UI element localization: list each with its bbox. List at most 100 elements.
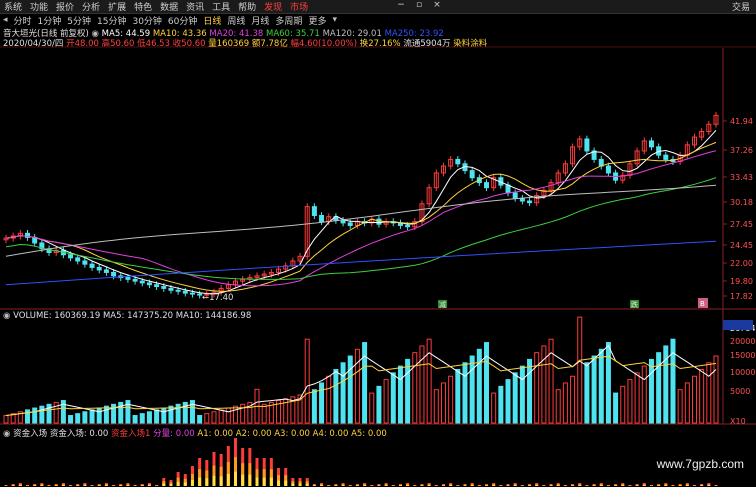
volume-bar xyxy=(261,403,267,424)
volume-bar xyxy=(25,409,31,424)
price-axis-label: 24.45 xyxy=(730,241,753,250)
volume-bar xyxy=(240,403,246,424)
volume-bar xyxy=(326,375,332,424)
candle-body xyxy=(125,277,131,280)
capital-bar-inner xyxy=(470,485,474,486)
volume-bar xyxy=(713,355,719,424)
candle-body xyxy=(189,292,195,295)
volume-axis-label: 5000 xyxy=(730,387,750,396)
capital-bar-inner xyxy=(535,485,539,486)
capital-title: 资金入场 xyxy=(13,429,48,439)
candle-body xyxy=(648,140,654,148)
capital-bar-inner xyxy=(248,474,252,486)
capital-bar-inner xyxy=(183,482,187,486)
capital-bar-inner xyxy=(269,477,273,486)
volume-bar xyxy=(555,389,561,424)
volume-bar xyxy=(491,392,497,424)
capital-bar-inner xyxy=(463,485,467,486)
volume-bar xyxy=(362,342,368,424)
volume-bar xyxy=(175,403,181,424)
capital-bar-inner xyxy=(119,485,123,486)
candle-body xyxy=(182,290,188,294)
capital-bar-inner xyxy=(61,485,65,486)
volume-bar xyxy=(132,415,138,424)
candle-body xyxy=(82,260,88,265)
candle-body xyxy=(75,257,81,262)
candle-body xyxy=(168,287,174,291)
watermark: www.7gpzb.com xyxy=(656,457,744,471)
capital-bar-inner xyxy=(190,480,194,486)
capital-bar-inner xyxy=(291,483,295,486)
capital-bar-inner xyxy=(205,478,209,486)
capital-bar-inner xyxy=(169,484,173,486)
capital-bar-inner xyxy=(571,485,575,486)
candle-body xyxy=(96,266,102,271)
volume-bar xyxy=(699,369,705,424)
settings-icon[interactable]: ◉ xyxy=(3,429,10,439)
capital-bar-inner xyxy=(33,485,37,486)
volume-title: VOLUME: 160369.19 xyxy=(13,311,101,321)
volume-bar xyxy=(218,409,224,424)
volume-highlight-box xyxy=(723,320,753,330)
price-axis-label: 22.00 xyxy=(730,259,753,268)
capital-bar-inner xyxy=(664,485,668,486)
low-price-marker: ←17.40 xyxy=(202,293,233,303)
capital-bar-inner xyxy=(147,485,151,486)
capital-bar-inner xyxy=(513,485,517,486)
volume-bar xyxy=(548,338,554,424)
capital-bar-inner xyxy=(685,485,689,486)
capital-bar-inner xyxy=(700,485,704,486)
capital-bar-inner xyxy=(406,485,410,486)
capital-bar-inner xyxy=(341,485,345,486)
settings-icon[interactable]: ◉ xyxy=(3,311,10,321)
capital-bar-inner xyxy=(277,480,281,486)
capital-bar-inner xyxy=(355,485,359,486)
price-axis: 41.94 37.26 33.43 30.18 27.45 24.45 22.00 19.80… xyxy=(723,117,753,301)
candlesticks xyxy=(3,111,719,299)
volume-bar xyxy=(620,385,626,424)
capital-bar-inner xyxy=(441,485,445,486)
capital-bar-inner xyxy=(528,485,532,486)
capital-bar-inner xyxy=(599,485,603,486)
signal-marker-3: B xyxy=(698,298,708,308)
volume-bar xyxy=(319,382,325,424)
volume-bar xyxy=(390,372,396,424)
capital-bar-inner xyxy=(219,476,223,486)
candle-body xyxy=(484,182,490,189)
volume-bar xyxy=(340,362,346,424)
volume-bar xyxy=(154,409,160,424)
volume-bar xyxy=(498,385,504,424)
volume-ma5: MA5: 147375.20 xyxy=(102,311,174,321)
candle-body xyxy=(505,184,511,194)
volume-bar xyxy=(146,411,152,424)
candle-body xyxy=(347,222,353,226)
volume-bar xyxy=(462,362,468,424)
moving-average-lines xyxy=(5,129,717,295)
volume-bar xyxy=(32,407,38,424)
capital-bar-inner xyxy=(363,485,367,486)
capital-bar-inner xyxy=(449,485,453,486)
capital-bar-inner xyxy=(76,485,80,486)
volume-bar xyxy=(197,415,203,424)
volume-bar xyxy=(433,389,439,424)
volume-bar xyxy=(311,389,317,424)
volume-axis-label: 15000 xyxy=(730,351,755,360)
volume-bar xyxy=(656,352,662,424)
capital-bar-inner xyxy=(226,474,230,486)
kline-chart-canvas[interactable]: 41.94 37.26 33.43 30.18 27.45 24.45 22.00 19.80… xyxy=(0,0,756,487)
capital-bar-inner xyxy=(320,485,324,486)
volume-bar xyxy=(691,375,697,424)
capital-a5: A5: 0.00 xyxy=(351,429,387,439)
capital-bar-inner xyxy=(657,485,661,486)
ma120-line xyxy=(5,184,717,257)
capital-bar-inner xyxy=(305,483,309,486)
candle-body xyxy=(663,154,669,160)
volume-bar xyxy=(232,405,238,424)
volume-ma10: MA10: 144186.98 xyxy=(175,311,252,321)
candle-body xyxy=(111,271,117,277)
capital-bar-inner xyxy=(212,475,216,486)
capital-bar-inner xyxy=(635,485,639,486)
candle-body xyxy=(146,282,152,286)
candle-body xyxy=(512,192,518,199)
signal-marker-2: 跌 xyxy=(630,300,639,309)
